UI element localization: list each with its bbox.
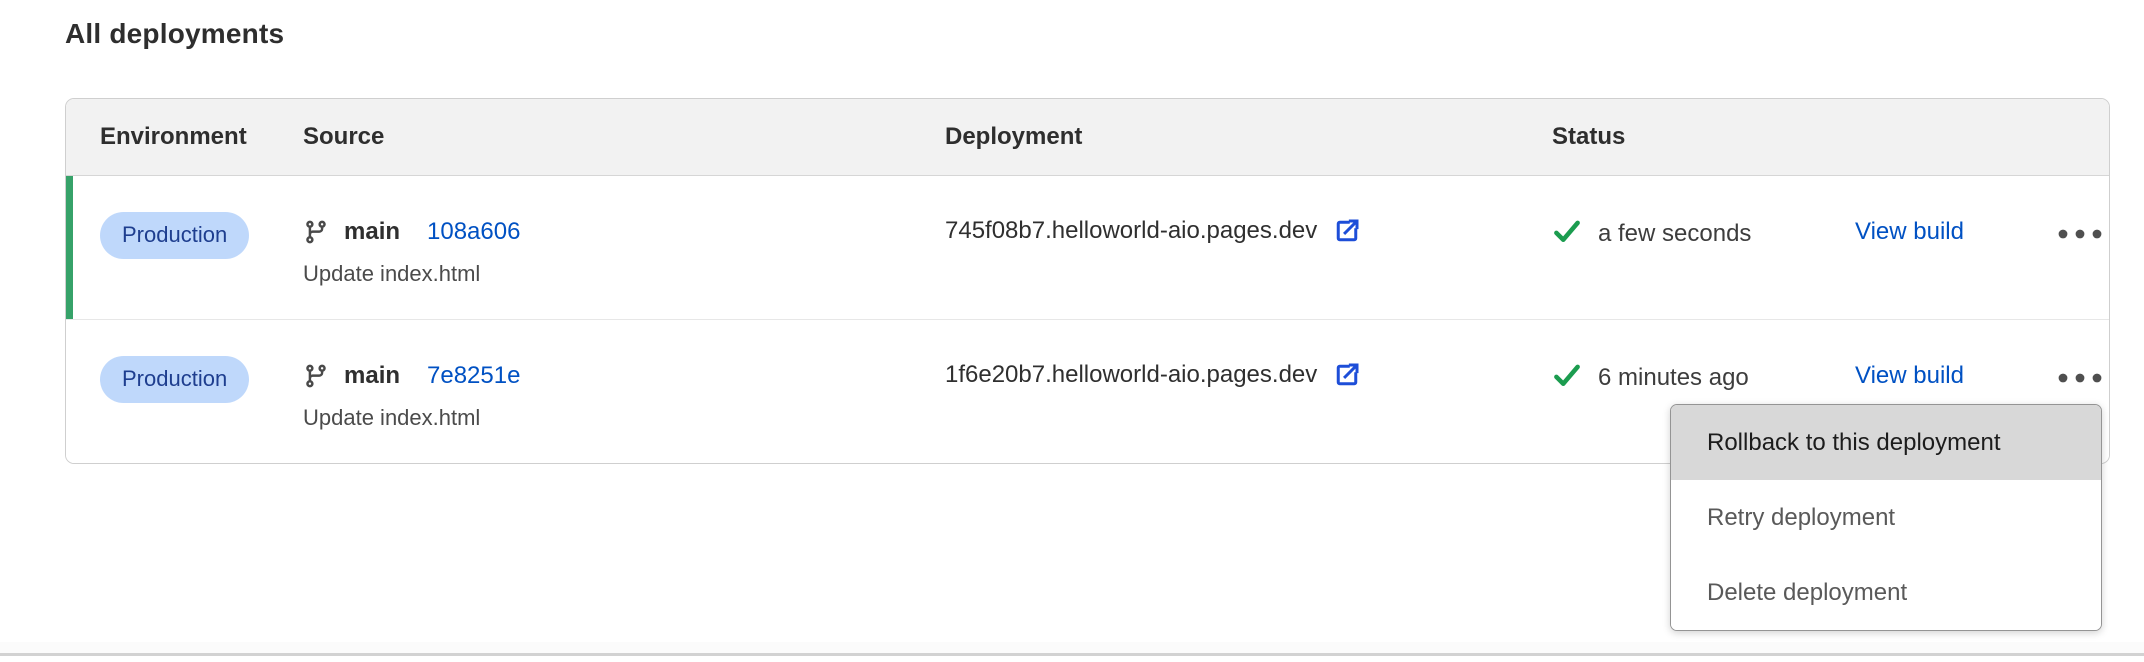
row-actions-menu-button[interactable]	[2058, 320, 2109, 388]
git-branch-icon	[303, 219, 329, 245]
view-build-link[interactable]: View build	[1855, 362, 1964, 389]
current-deployment-indicator	[66, 176, 73, 319]
table-header-row: Environment Source Deployment Status	[66, 99, 2109, 176]
commit-hash-link[interactable]: 108a606	[427, 218, 520, 246]
menu-item-rollback[interactable]: Rollback to this deployment	[1671, 405, 2101, 480]
menu-item-retry[interactable]: Retry deployment	[1671, 480, 2101, 555]
branch-name: main	[344, 218, 400, 246]
column-header-environment: Environment	[100, 123, 303, 151]
branch-name: main	[344, 362, 400, 390]
git-branch-icon	[303, 363, 329, 389]
external-link-icon[interactable]	[1332, 360, 1362, 390]
check-icon	[1552, 360, 1582, 395]
external-link-icon[interactable]	[1332, 216, 1362, 246]
deployment-actions-menu: Rollback to this deployment Retry deploy…	[1670, 404, 2102, 631]
column-header-source: Source	[303, 123, 945, 151]
environment-badge: Production	[100, 356, 249, 403]
status-time: 6 minutes ago	[1598, 364, 1749, 392]
page-title: All deployments	[65, 18, 284, 50]
deployment-row-current: Production main 108a606 Update index.htm…	[66, 176, 2109, 319]
column-header-status: Status	[1552, 123, 1855, 151]
status-time: a few seconds	[1598, 220, 1751, 248]
row-actions-menu-button[interactable]	[2058, 176, 2109, 244]
deployment-url: 1f6e20b7.helloworld-aio.pages.dev	[945, 361, 1317, 389]
view-build-link[interactable]: View build	[1855, 218, 1964, 245]
commit-message: Update index.html	[303, 261, 945, 287]
commit-hash-link[interactable]: 7e8251e	[427, 362, 520, 390]
commit-message: Update index.html	[303, 405, 945, 431]
deployment-url: 745f08b7.helloworld-aio.pages.dev	[945, 217, 1317, 245]
column-header-deployment: Deployment	[945, 123, 1552, 151]
check-icon	[1552, 216, 1582, 251]
page-bottom-divider	[0, 642, 2144, 656]
environment-badge: Production	[100, 212, 249, 259]
menu-item-delete[interactable]: Delete deployment	[1671, 555, 2101, 630]
